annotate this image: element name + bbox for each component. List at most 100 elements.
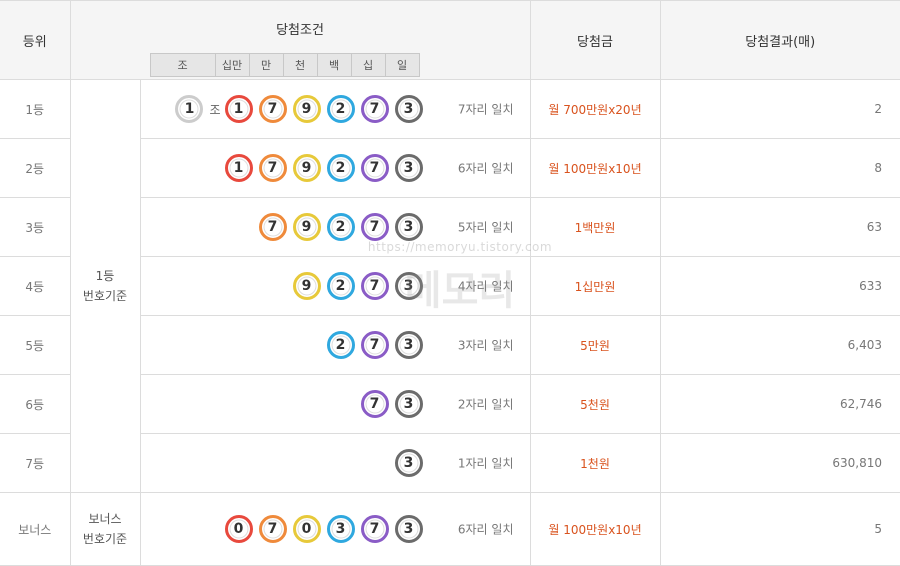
number-ball: 2	[326, 272, 355, 300]
match-text: 1자리 일치	[457, 456, 514, 471]
number-ball: 7	[360, 95, 389, 123]
prize-cell: 5만원	[529, 315, 661, 375]
winner-count-cell: 8	[659, 138, 900, 198]
header-condition-title: 당첨조건	[276, 23, 324, 38]
winning-numbers-cell: 9 2 7 3 4자리 일치	[139, 256, 531, 316]
winner-count-cell: 2	[659, 79, 900, 139]
number-ball: 7	[258, 154, 287, 182]
rank-cell: 6등	[0, 374, 71, 434]
prize-cell: 월 700만원x20년	[529, 79, 661, 139]
number-ball: 3	[394, 272, 423, 300]
table-body: 1등 1등 번호기준 1 조 1 7 9 2 7 3 7자리 일치 월 700만원x20년 2 2등 1 7 9 2…	[0, 79, 900, 566]
winning-numbers-cell: 7 3 2자리 일치	[139, 374, 531, 434]
number-ball: 3	[394, 515, 423, 543]
number-ball: 7	[258, 213, 287, 241]
digit-label-100k: 십만	[215, 53, 250, 77]
winning-numbers-cell: 0 7 0 3 7 3 6자리 일치	[139, 492, 531, 566]
match-text: 6자리 일치	[457, 522, 514, 537]
basis-line: 1등	[95, 269, 115, 283]
number-ball: 3	[394, 154, 423, 182]
number-ball: 3	[394, 449, 423, 477]
digit-label-1k: 천	[283, 53, 318, 77]
winner-count-cell: 62,746	[659, 374, 900, 434]
match-text: 6자리 일치	[457, 161, 514, 176]
match-text: 2자리 일치	[457, 397, 514, 412]
digit-label-1: 일	[385, 53, 420, 77]
number-ball: 7	[360, 213, 389, 241]
basis-line: 보너스	[88, 512, 122, 526]
number-ball: 7	[258, 95, 287, 123]
number-ball: 2	[326, 331, 355, 359]
rank-cell: 3등	[0, 197, 71, 257]
number-ball: 3	[394, 390, 423, 418]
number-ball: 1	[224, 95, 253, 123]
number-ball: 0	[224, 515, 253, 543]
prize-cell: 5천원	[529, 374, 661, 434]
number-ball: 7	[360, 515, 389, 543]
digit-label-10k: 만	[249, 53, 284, 77]
digit-label-100: 백	[317, 53, 352, 77]
winning-numbers-cell: 7 9 2 7 3 5자리 일치	[139, 197, 531, 257]
digit-label-10: 십	[351, 53, 386, 77]
basis-cell: 1등번호기준	[69, 79, 141, 493]
jo-label: 조	[209, 102, 221, 117]
winner-count-cell: 63	[659, 197, 900, 257]
table-row: 1등 1등 번호기준 1 조 1 7 9 2 7 3 7자리 일치 월 700만원x20년 2	[0, 79, 900, 493]
basis-line: 번호기준	[82, 289, 128, 303]
jo-ball: 1	[175, 95, 204, 123]
table-header-row: 등위 당첨조건 조 십만 만 천 백 십 일 당첨금 당첨결과(매)	[0, 0, 900, 80]
prize-cell: 1십만원	[529, 256, 661, 316]
match-text: 5자리 일치	[457, 220, 514, 235]
number-ball: 2	[326, 154, 355, 182]
rank-cell: 5등	[0, 315, 71, 375]
prize-cell: 월 100만원x10년	[529, 492, 661, 566]
digit-place-bar: 조 십만 만 천 백 십 일	[149, 53, 420, 77]
ball-group: 070373	[219, 515, 423, 543]
number-ball: 9	[292, 95, 321, 123]
winner-count-cell: 6,403	[659, 315, 900, 375]
basis-cell: 보너스번호기준	[69, 492, 141, 566]
number-ball: 2	[326, 95, 355, 123]
header-condition: 당첨조건 조 십만 만 천 백 십 일	[69, 0, 531, 80]
winning-numbers-cell: 2 7 3 3자리 일치	[139, 315, 531, 375]
number-ball: 3	[326, 515, 355, 543]
number-ball: 9	[292, 154, 321, 182]
number-ball: 7	[258, 515, 287, 543]
basis-line: 번호기준	[82, 532, 128, 546]
number-ball: 3	[394, 213, 423, 241]
lottery-results-table: 등위 당첨조건 조 십만 만 천 백 십 일 당첨금 당첨결과(매) 1등 1등 번…	[0, 0, 900, 566]
winning-numbers-cell: 1 7 9 2 7 3 6자리 일치	[139, 138, 531, 198]
number-ball: 7	[360, 154, 389, 182]
number-ball: 3	[394, 331, 423, 359]
number-ball: 9	[292, 213, 321, 241]
winning-numbers-cell: 1 조 1 7 9 2 7 3 7자리 일치	[139, 79, 531, 139]
number-ball: 7	[360, 390, 389, 418]
prize-cell: 월 100만원x10년	[529, 138, 661, 198]
number-ball: 0	[292, 515, 321, 543]
winner-count-cell: 633	[659, 256, 900, 316]
rank-cell: 1등	[0, 79, 71, 139]
winner-count-cell: 630,810	[659, 433, 900, 493]
ball-group: 73	[355, 390, 423, 418]
ball-group: 9273	[287, 272, 423, 300]
digit-label-jo: 조	[149, 53, 216, 77]
ball-group: 1조179273	[169, 95, 423, 123]
rank-cell: 2등	[0, 138, 71, 198]
winner-count-cell: 5	[659, 492, 900, 566]
number-ball: 3	[394, 95, 423, 123]
number-ball: 1	[224, 154, 253, 182]
ball-group: 79273	[253, 213, 423, 241]
match-text: 7자리 일치	[457, 102, 514, 117]
number-ball: 9	[292, 272, 321, 300]
ball-group: 273	[321, 331, 423, 359]
header-rank: 등위	[0, 0, 71, 80]
prize-cell: 1백만원	[529, 197, 661, 257]
winning-numbers-cell: 3 1자리 일치	[139, 433, 531, 493]
prize-cell: 1천원	[529, 433, 661, 493]
ball-group: 179273	[219, 154, 423, 182]
header-prize: 당첨금	[529, 0, 661, 80]
header-result: 당첨결과(매)	[659, 0, 900, 80]
table-row: 보너스 보너스 번호기준 0 7 0 3 7 3 6자리 일치 월 100만원x10년 5	[0, 492, 900, 566]
rank-cell: 4등	[0, 256, 71, 316]
match-text: 4자리 일치	[457, 279, 514, 294]
